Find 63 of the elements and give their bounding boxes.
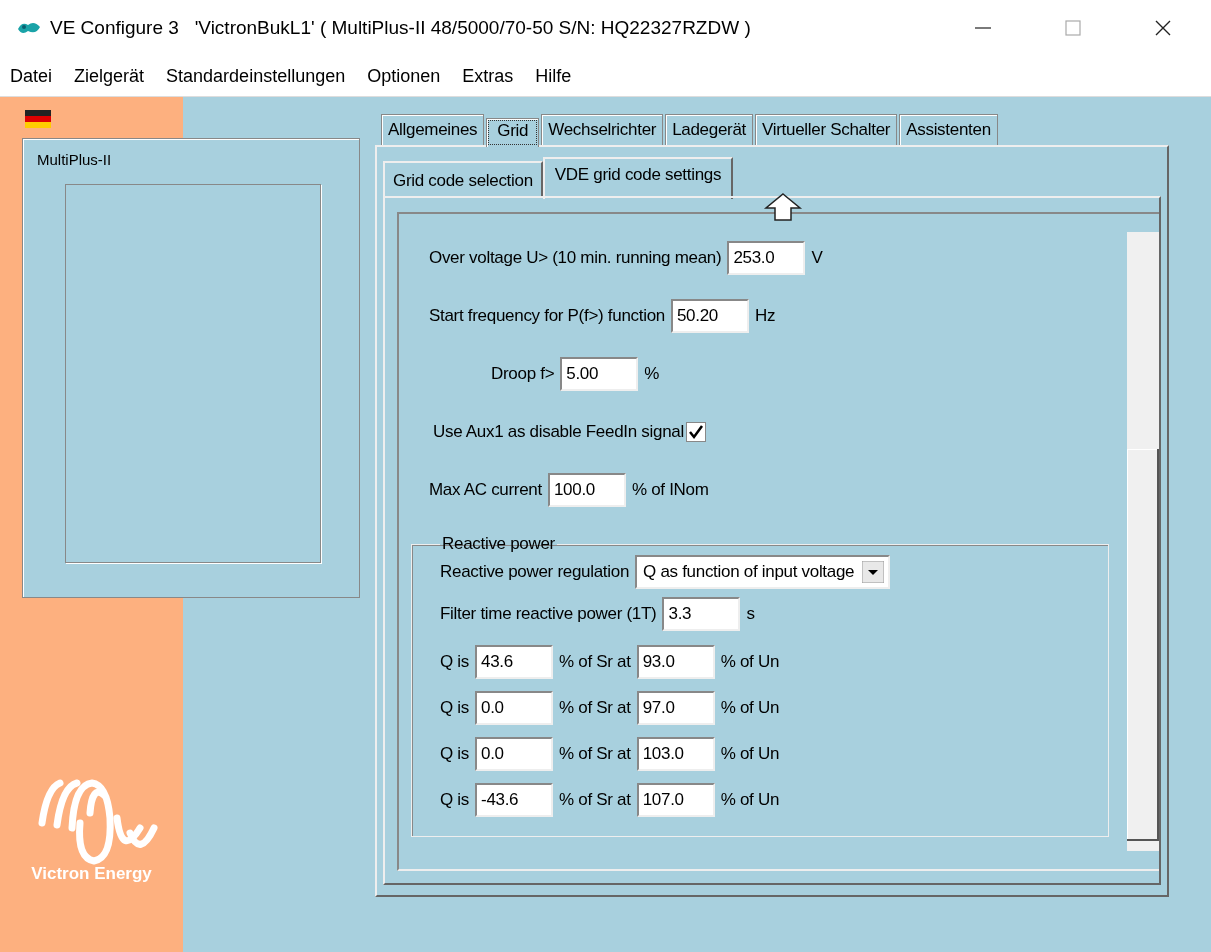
unit-label: % of Un xyxy=(720,790,780,810)
logo-text: Victron Energy xyxy=(31,864,152,884)
unit-label: % of INom xyxy=(631,480,709,500)
tab[interactable]: Assistenten xyxy=(899,114,998,145)
unit-label: Hz xyxy=(754,306,776,326)
tab[interactable]: Grid code selection xyxy=(383,161,543,196)
tab[interactable]: Ladegerät xyxy=(665,114,754,145)
unit-label: % of Un xyxy=(720,698,780,718)
input-field[interactable]: -43.6 xyxy=(475,783,554,817)
window-title: VE Configure 3 'VictronBukL1' ( MultiPlus-II 48/5000/70-50 S/N: HQ22327RZDW ) xyxy=(50,17,752,39)
unit-label: % of Un xyxy=(720,652,780,672)
menu-item[interactable]: Extras xyxy=(462,65,514,87)
menu-item[interactable]: Standardeinstellungen xyxy=(166,65,346,87)
scroll-thumb[interactable] xyxy=(1127,449,1159,841)
device-name: MultiPlus-II xyxy=(37,151,112,168)
field-label: % of Sr at xyxy=(559,790,631,810)
input-field[interactable]: 103.0 xyxy=(636,737,715,771)
input-field[interactable]: 107.0 xyxy=(636,783,715,817)
checkbox-label: Use Aux1 as disable FeedIn signal xyxy=(433,422,684,442)
input-field[interactable]: 100.0 xyxy=(547,473,626,507)
field-label: Over voltage U> (10 min. running mean) xyxy=(429,248,722,268)
field-label: % of Sr at xyxy=(559,652,631,672)
tab[interactable]: VDE grid code settings xyxy=(542,157,734,199)
field-label: Q is xyxy=(440,652,470,672)
field-label: Reactive power regulation xyxy=(440,562,630,582)
unit-label: s xyxy=(746,604,755,624)
field-label: Filter time reactive power (1T) xyxy=(440,604,657,624)
field-label: Q is xyxy=(440,698,470,718)
german-flag-icon[interactable] xyxy=(25,110,51,128)
field-label: % of Sr at xyxy=(559,744,631,764)
tab[interactable]: Wechselrichter xyxy=(541,114,664,145)
input-field[interactable]: 50.20 xyxy=(670,299,749,333)
input-field[interactable]: 253.0 xyxy=(727,241,806,275)
menu-item[interactable]: Datei xyxy=(10,65,53,87)
input-field[interactable]: 5.00 xyxy=(560,357,639,391)
input-field[interactable]: 97.0 xyxy=(636,691,715,725)
input-field[interactable]: 0.0 xyxy=(475,691,554,725)
dropdown[interactable]: Q as function of input voltage xyxy=(635,555,891,589)
caret-icon xyxy=(862,561,885,583)
scrollbar[interactable] xyxy=(1127,232,1159,851)
tab[interactable]: Virtueller Schalter xyxy=(755,114,898,145)
field-label: % of Sr at xyxy=(559,698,631,718)
unit-label: % xyxy=(644,364,660,384)
field-label: Max AC current xyxy=(429,480,542,500)
field-label: Q is xyxy=(440,744,470,764)
field-label: Droop f> xyxy=(491,364,555,384)
menu-item[interactable]: Zielgerät xyxy=(74,65,145,87)
field-label: Q is xyxy=(440,790,470,810)
menu-item[interactable]: Optionen xyxy=(367,65,441,87)
tab[interactable]: Grid xyxy=(486,118,540,147)
input-field[interactable]: 43.6 xyxy=(475,645,554,679)
up-arrow-icon xyxy=(763,192,803,222)
unit-label: V xyxy=(811,248,823,268)
menu-item[interactable]: Hilfe xyxy=(535,65,572,87)
input-field[interactable]: 93.0 xyxy=(636,645,715,679)
group-title: Reactive power xyxy=(441,534,556,554)
close-icon[interactable] xyxy=(1153,18,1173,38)
field-label: Start frequency for P(f>) function xyxy=(429,306,665,326)
checkbox[interactable] xyxy=(685,422,706,442)
input-field[interactable]: 3.3 xyxy=(662,597,741,631)
tab[interactable]: Allgemeines xyxy=(381,114,485,145)
unit-label: % of Un xyxy=(720,744,780,764)
input-field[interactable]: 0.0 xyxy=(475,737,554,771)
